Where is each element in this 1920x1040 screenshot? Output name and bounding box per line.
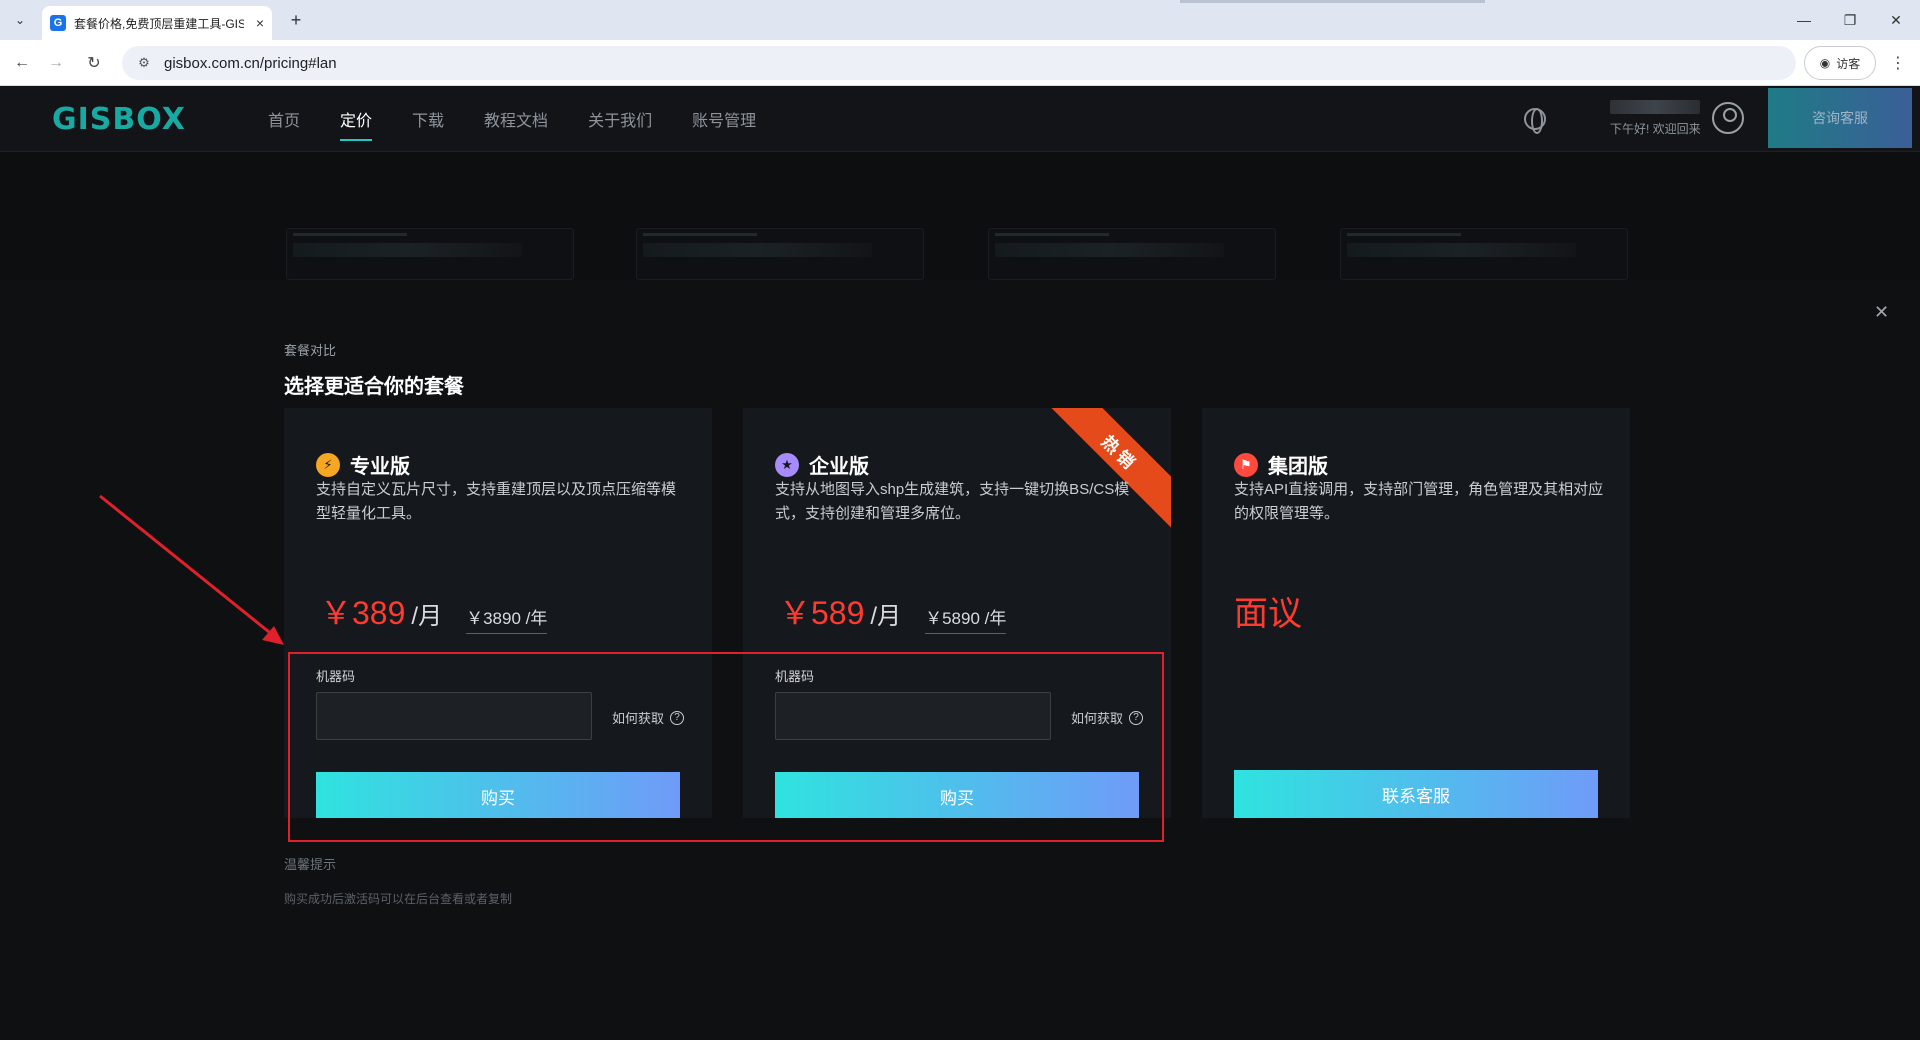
tab-strip-highlight <box>1180 0 1485 3</box>
site-header: GISBOX 首页 定价 下载 教程文档 关于我们 账号管理 下午好! 欢迎回来… <box>0 86 1920 152</box>
nav-download[interactable]: 下载 <box>412 97 444 141</box>
minimize-icon[interactable]: — <box>1784 8 1824 32</box>
plan-name: 专业版 <box>350 456 410 478</box>
username-redacted <box>1610 100 1700 114</box>
machine-code-input[interactable] <box>775 692 1051 740</box>
screenshot-thumbnail <box>636 228 924 280</box>
help-icon: ? <box>670 710 685 725</box>
section-title: 选择更适合你的套餐 <box>284 376 464 398</box>
nav-home[interactable]: 首页 <box>268 97 300 141</box>
plan-name: 企业版 <box>809 456 869 478</box>
tab-search-icon[interactable]: ⌄ <box>8 8 32 32</box>
screenshot-thumbnail <box>988 228 1276 280</box>
screenshot-thumbnail <box>286 228 574 280</box>
plan-description: 支持API直接调用，支持部门管理，角色管理及其相对应的权限管理等。 <box>1234 481 1604 522</box>
price-unit: /月 <box>870 603 902 630</box>
user-info: 下午好! 欢迎回来 <box>1610 100 1701 137</box>
lightning-icon: ⚡ <box>316 452 340 477</box>
how-to-get-label: 如何获取 <box>612 711 665 726</box>
tip-text: 购买成功后激活码可以在后台查看或者复制 <box>284 892 513 906</box>
browser-menu-icon[interactable]: ⋮ <box>1886 51 1910 75</box>
machine-code-input[interactable] <box>316 692 592 740</box>
help-icon: ? <box>1129 710 1144 725</box>
modal-close-icon[interactable]: ✕ <box>1874 302 1889 323</box>
gisbox-logo[interactable]: GISBOX <box>52 102 186 137</box>
site-info-icon[interactable]: ⚙ <box>134 53 154 73</box>
buy-button[interactable]: 购买 <box>775 772 1139 818</box>
tip-title: 温馨提示 <box>284 857 337 872</box>
nav-about[interactable]: 关于我们 <box>588 97 652 141</box>
avatar-icon[interactable] <box>1712 102 1744 134</box>
profile-icon: ◉ <box>1819 56 1831 70</box>
plan-compare-modal: ✕ 套餐对比 选择更适合你的套餐 ⚡ 专业版 支持自定义瓦片尺寸，支持重建顶层以… <box>0 280 1920 1040</box>
machine-code-label: 机器码 <box>775 669 815 684</box>
negotiable-price: 面议 <box>1234 595 1302 633</box>
nav-pricing[interactable]: 定价 <box>340 97 373 141</box>
plan-name: 集团版 <box>1268 456 1328 478</box>
how-to-get-link[interactable]: 如何获取 ? <box>1071 708 1144 727</box>
plan-header: ⚡ 专业版 <box>316 450 410 479</box>
browser-tab[interactable]: G 套餐价格,免费顶层重建工具-GISBox × <box>42 6 272 40</box>
greeting-text: 下午好! 欢迎回来 <box>1610 122 1701 136</box>
favicon-icon: G <box>50 15 66 31</box>
nav-docs[interactable]: 教程文档 <box>484 97 548 141</box>
how-to-get-link[interactable]: 如何获取 ? <box>612 708 685 727</box>
restore-icon[interactable]: ❐ <box>1830 8 1870 32</box>
plan-header: ⚑ 集团版 <box>1234 450 1328 479</box>
url-text[interactable]: gisbox.com.cn/pricing#lan <box>164 55 337 72</box>
price-row: ￥389 /月 ￥3890 /年 <box>320 588 548 634</box>
price-row: ￥589 /月 ￥5890 /年 <box>779 588 1007 634</box>
medal-icon: ★ <box>775 452 799 477</box>
consult-button[interactable]: 咨询客服 <box>1768 88 1912 148</box>
profile-label: 访客 <box>1836 56 1861 71</box>
monthly-price: ￥389 <box>320 595 406 631</box>
section-subtitle: 套餐对比 <box>284 343 337 358</box>
yearly-price[interactable]: ￥5890 /年 <box>925 604 1007 634</box>
flag-icon: ⚑ <box>1234 452 1258 477</box>
window-close-icon[interactable]: ✕ <box>1876 8 1916 32</box>
address-bar[interactable]: ⚙ gisbox.com.cn/pricing#lan <box>122 46 1796 80</box>
browser-toolbar: ← → ↻ ⚙ gisbox.com.cn/pricing#lan ◉ 访客 ⋮ <box>0 40 1920 86</box>
reload-icon[interactable]: ↻ <box>82 51 106 75</box>
forward-icon[interactable]: → <box>44 51 68 75</box>
plan-card-enterprise: 热销 ★ 企业版 支持从地图导入shp生成建筑，支持一键切换BS/CS模式，支持… <box>743 408 1171 818</box>
language-globe-icon[interactable] <box>1524 108 1546 134</box>
yearly-price[interactable]: ￥3890 /年 <box>466 604 548 634</box>
screenshot-thumbnail <box>1340 228 1628 280</box>
profile-button[interactable]: ◉ 访客 <box>1804 46 1876 80</box>
tab-close-icon[interactable]: × <box>256 15 264 31</box>
plan-card-pro: ⚡ 专业版 支持自定义瓦片尺寸，支持重建顶层以及顶点压缩等模型轻量化工具。 ￥3… <box>284 408 712 818</box>
plan-description: 支持从地图导入shp生成建筑，支持一键切换BS/CS模式，支持创建和管理多席位。 <box>775 481 1130 522</box>
plan-header: ★ 企业版 <box>775 450 869 479</box>
new-tab-icon[interactable]: + <box>284 8 308 32</box>
plan-card-group: ⚑ 集团版 支持API直接调用，支持部门管理，角色管理及其相对应的权限管理等。 … <box>1202 408 1630 818</box>
nav-account[interactable]: 账号管理 <box>692 97 756 141</box>
price-unit: /月 <box>411 603 443 630</box>
monthly-price: ￥589 <box>779 595 865 631</box>
main-nav: 首页 定价 下载 教程文档 关于我们 账号管理 <box>268 86 756 152</box>
browser-tab-bar: ⌄ G 套餐价格,免费顶层重建工具-GISBox × + — ❐ ✕ <box>0 0 1920 40</box>
back-icon[interactable]: ← <box>10 51 34 75</box>
tab-title: 套餐价格,免费顶层重建工具-GISBox <box>74 16 244 31</box>
contact-service-button[interactable]: 联系客服 <box>1234 770 1598 818</box>
machine-code-label: 机器码 <box>316 669 356 684</box>
plan-description: 支持自定义瓦片尺寸，支持重建顶层以及顶点压缩等模型轻量化工具。 <box>316 481 677 522</box>
how-to-get-label: 如何获取 <box>1071 711 1124 726</box>
buy-button[interactable]: 购买 <box>316 772 680 818</box>
